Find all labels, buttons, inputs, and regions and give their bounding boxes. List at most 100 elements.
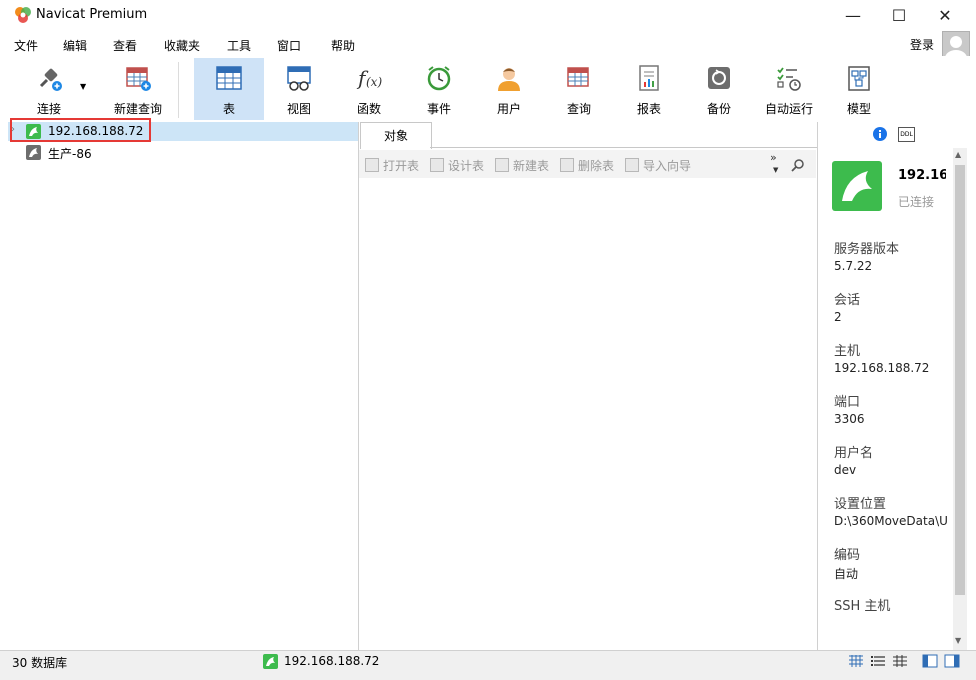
view-label: 视图: [286, 102, 311, 116]
list-view-icon[interactable]: [870, 654, 886, 668]
delete-table-icon: [560, 158, 574, 172]
report-icon: [635, 64, 663, 92]
automation-icon: [775, 64, 803, 92]
connection-tree: [8, 122, 359, 650]
info-value-encoding: 自动: [834, 567, 859, 581]
status-connection: 192.168.188.72: [284, 654, 380, 668]
new-query-label: 新建查询: [113, 102, 162, 116]
model-icon: [845, 64, 873, 92]
grid-view-icon[interactable]: [848, 654, 864, 668]
detail-view-icon[interactable]: [892, 654, 908, 668]
info-icon[interactable]: [872, 126, 888, 145]
toolbar-function-button[interactable]: f (x) 函数: [334, 58, 404, 120]
automation-label: 自动运行: [764, 102, 813, 116]
toolbar-table-button[interactable]: 表: [194, 58, 264, 120]
menu-tools[interactable]: 工具: [227, 37, 251, 54]
toolbar-model-button[interactable]: 模型: [824, 58, 894, 120]
info-label-server-version: 服务器版本: [834, 242, 900, 257]
info-label-host: 主机: [834, 344, 861, 359]
toolbar-automation-button[interactable]: 自动运行: [754, 58, 824, 120]
toolbar-view-button[interactable]: 视图: [264, 58, 334, 120]
info-label-ssh-host: SSH 主机: [834, 599, 891, 614]
toolbar-event-button[interactable]: 事件: [404, 58, 474, 120]
backup-icon: [705, 64, 733, 92]
minimize-button[interactable]: —: [830, 0, 876, 30]
avatar[interactable]: [942, 31, 970, 59]
design-table-icon: [430, 158, 444, 172]
menu-edit[interactable]: 编辑: [63, 37, 87, 54]
report-label: 报表: [636, 102, 661, 116]
menu-file[interactable]: 文件: [14, 37, 38, 54]
tab-objects[interactable]: 对象: [360, 122, 432, 149]
connect-button[interactable]: 连接: [14, 58, 84, 120]
connection-name[interactable]: 生产-86: [48, 145, 92, 162]
toggle-left-pane-icon[interactable]: [922, 654, 938, 668]
model-label: 模型: [846, 102, 871, 116]
menu-window[interactable]: 窗口: [277, 37, 301, 54]
new-table-button[interactable]: 新建表: [495, 156, 549, 174]
object-panel: [359, 122, 817, 650]
info-value-username: dev: [834, 463, 857, 477]
menu-bar: [0, 30, 976, 56]
info-conn-status: 已连接: [898, 195, 935, 209]
event-label: 事件: [426, 102, 451, 116]
highlight-box: [10, 118, 151, 142]
design-table-button[interactable]: 设计表: [430, 156, 484, 174]
info-value-settings-location: D:\360MoveData\U: [834, 514, 948, 528]
navicat-logo-icon: [14, 6, 32, 24]
query-icon: [565, 64, 593, 92]
alarm-clock-icon: [425, 64, 453, 92]
table-label: 表: [222, 102, 235, 116]
info-label-username: 用户名: [834, 446, 874, 461]
toolbar-query-button[interactable]: 查询: [544, 58, 614, 120]
mysql-disconnected-icon: [26, 145, 41, 160]
info-value-port: 3306: [834, 412, 865, 426]
info-label-sessions: 会话: [834, 293, 861, 308]
info-value-host: 192.168.188.72: [834, 361, 930, 375]
new-table-icon: [495, 158, 509, 172]
svg-text:(x): (x): [366, 75, 382, 89]
mysql-large-icon: [832, 161, 882, 211]
more-tools-button[interactable]: »: [770, 151, 777, 164]
scroll-down-icon[interactable]: ▼: [955, 636, 961, 645]
user-label: 用户: [496, 102, 521, 116]
toolbar-report-button[interactable]: 报表: [614, 58, 684, 120]
info-value-sessions: 2: [834, 310, 842, 324]
mysql-connected-icon: [263, 654, 278, 669]
toolbar-backup-button[interactable]: 备份: [684, 58, 754, 120]
menu-view[interactable]: 查看: [113, 37, 137, 54]
delete-table-button[interactable]: 删除表: [560, 156, 614, 174]
scroll-up-icon[interactable]: ▲: [955, 150, 961, 159]
toggle-right-pane-icon[interactable]: [944, 654, 960, 668]
info-conn-title: 192.16: [898, 168, 946, 183]
window-title: Navicat Premium: [36, 7, 148, 22]
scrollbar-thumb[interactable]: [955, 165, 965, 595]
open-table-button[interactable]: 打开表: [365, 156, 419, 174]
connect-label: 连接: [36, 102, 61, 116]
table-icon: [215, 64, 243, 92]
ddl-icon[interactable]: DDL: [898, 127, 915, 142]
login-link[interactable]: 登录: [910, 36, 934, 53]
open-table-icon: [365, 158, 379, 172]
more-dropdown-icon[interactable]: ▼: [773, 166, 778, 174]
plug-icon: [35, 64, 63, 92]
search-icon[interactable]: [791, 158, 805, 175]
function-icon: f (x): [355, 64, 383, 92]
info-label-settings-location: 设置位置: [834, 497, 887, 512]
new-query-button[interactable]: 新建查询: [90, 58, 186, 120]
toolbar-user-button[interactable]: 用户: [474, 58, 544, 120]
close-button[interactable]: ✕: [922, 0, 968, 30]
maximize-button[interactable]: ☐: [876, 0, 922, 30]
user-icon: [495, 64, 523, 92]
info-label-port: 端口: [834, 395, 861, 410]
backup-label: 备份: [706, 102, 731, 116]
menu-favorites[interactable]: 收藏夹: [164, 37, 200, 54]
info-value-server-version: 5.7.22: [834, 259, 873, 273]
import-wizard-button[interactable]: 导入向导: [625, 156, 691, 174]
toolbar-divider: [178, 62, 179, 118]
new-query-icon: [124, 64, 152, 92]
tab-divider: [430, 147, 817, 148]
status-database-count: 30 数据库: [12, 656, 68, 670]
menu-help[interactable]: 帮助: [331, 37, 355, 54]
connect-dropdown-icon[interactable]: ▼: [80, 82, 86, 91]
